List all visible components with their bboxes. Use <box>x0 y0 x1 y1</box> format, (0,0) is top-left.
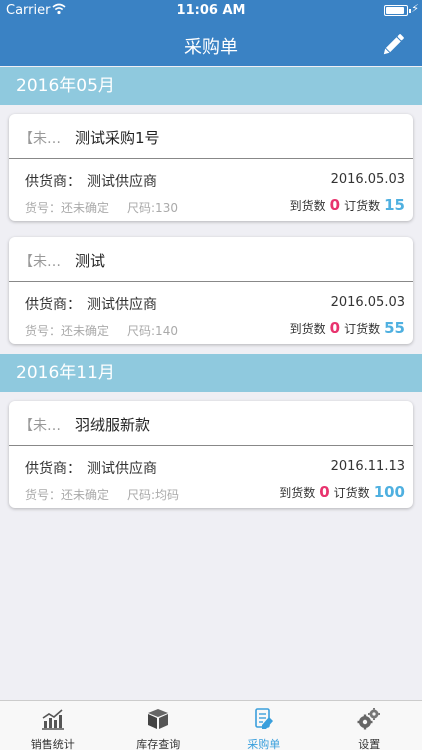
order-meta: 货号：还未确定 尺码:均码 <box>25 486 179 503</box>
order-status: 【未… <box>19 254 61 270</box>
tab-label: 销售统计 <box>30 738 75 750</box>
arrived-label: 到货数 <box>289 322 326 336</box>
bar-chart-icon <box>41 709 64 730</box>
order-counts: 到货数 0 订货数 15 <box>290 196 405 214</box>
section-header: 2016年05月 <box>0 67 422 105</box>
tab-sales-stats[interactable]: 销售统计 <box>0 701 106 750</box>
arrived-label: 到货数 <box>289 199 326 213</box>
order-status: 【未… <box>19 131 61 147</box>
charging-icon: ⚡ <box>411 2 419 15</box>
tab-purchase-orders[interactable]: 采购单 <box>211 701 317 750</box>
supplier-row: 供货商： 测试供应商 <box>25 171 157 191</box>
clock: 11:06 AM <box>176 3 246 18</box>
ordered-count: 100 <box>373 483 405 501</box>
ordered-label: 订货数 <box>344 199 381 213</box>
nav-bar: 采购单 <box>0 22 422 66</box>
order-date: 2016.11.13 <box>330 459 405 474</box>
arrived-count: 0 <box>329 319 341 337</box>
ordered-label: 订货数 <box>333 486 370 500</box>
order-counts: 到货数 0 订货数 55 <box>290 319 405 337</box>
tab-label: 设置 <box>358 738 381 750</box>
sku-text: 货号：还未确定 <box>25 201 110 215</box>
order-card[interactable]: 【未… 羽绒服新款 供货商： 测试供应商 2016.11.13 货号：还未确定 尺码… <box>9 401 413 508</box>
order-card[interactable]: 【未… 测试 供货商： 测试供应商 2016.05.03 货号：还未确定 尺码:14… <box>9 237 413 344</box>
supplier-label: 供货商： <box>25 461 81 477</box>
order-card-head: 【未… 测试采购1号 <box>9 114 413 159</box>
order-date: 2016.05.03 <box>330 295 405 310</box>
order-card[interactable]: 【未… 测试采购1号 供货商： 测试供应商 2016.05.03 货号：还未确定 尺… <box>9 114 413 221</box>
ordered-label: 订货数 <box>344 322 381 336</box>
battery-icon <box>384 5 411 16</box>
order-date: 2016.05.03 <box>330 172 405 187</box>
box-icon <box>148 709 169 729</box>
order-meta: 货号：还未确定 尺码:130 <box>25 199 178 216</box>
tab-settings[interactable]: 设置 <box>317 701 422 750</box>
arrived-count: 0 <box>319 483 330 501</box>
page-title: 采购单 <box>184 37 238 58</box>
supplier-name: 测试供应商 <box>87 174 157 190</box>
edit-pencil-icon[interactable] <box>378 30 408 60</box>
supplier-row: 供货商： 测试供应商 <box>25 458 157 478</box>
size-text: 尺码:130 <box>127 201 178 215</box>
gears-icon <box>357 708 381 730</box>
supplier-row: 供货商： 测试供应商 <box>25 294 157 314</box>
supplier-label: 供货商： <box>25 297 81 313</box>
size-text: 尺码:140 <box>127 324 178 338</box>
order-title: 测试采购1号 <box>75 129 160 147</box>
ordered-count: 55 <box>384 319 405 337</box>
tab-inventory[interactable]: 库存查询 <box>106 701 212 750</box>
order-status: 【未… <box>19 418 61 434</box>
section-header: 2016年11月 <box>0 354 422 392</box>
supplier-label: 供货商： <box>25 174 81 190</box>
arrived-label: 到货数 <box>279 486 316 500</box>
size-text: 尺码:均码 <box>127 488 180 502</box>
tab-bar: 销售统计 库存查询 采购单 设置 <box>0 700 422 750</box>
ordered-count: 15 <box>384 196 405 214</box>
order-counts: 到货数 0 订货数 100 <box>279 483 405 501</box>
order-meta: 货号：还未确定 尺码:140 <box>25 322 178 339</box>
arrived-count: 0 <box>329 196 341 214</box>
status-bar: Carrier 11:06 AM ⚡ <box>0 0 422 22</box>
supplier-name: 测试供应商 <box>87 297 157 313</box>
order-card-head: 【未… 测试 <box>9 237 413 282</box>
document-edit-icon <box>254 708 273 729</box>
order-title: 羽绒服新款 <box>75 416 151 434</box>
sku-text: 货号：还未确定 <box>25 324 110 338</box>
order-card-head: 【未… 羽绒服新款 <box>9 401 413 446</box>
order-title: 测试 <box>75 252 106 270</box>
sku-text: 货号：还未确定 <box>25 488 110 502</box>
tab-label: 库存查询 <box>136 738 181 750</box>
supplier-name: 测试供应商 <box>87 461 157 477</box>
tab-label: 采购单 <box>247 738 281 750</box>
